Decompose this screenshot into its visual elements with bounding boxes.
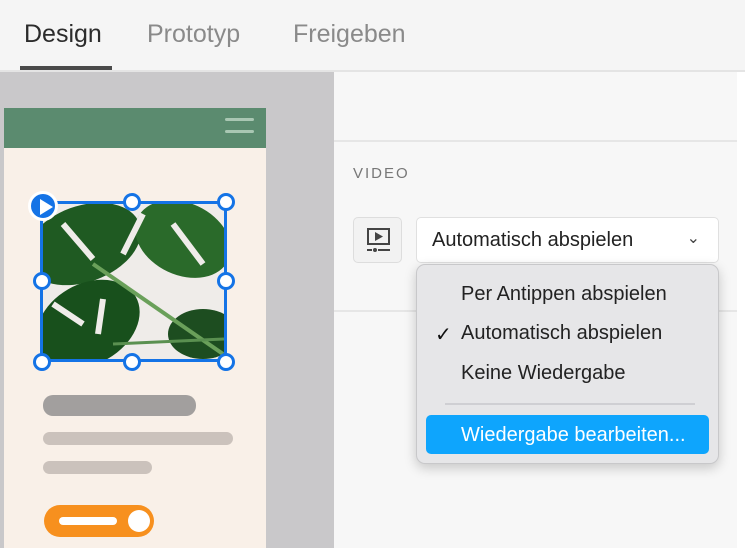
resize-handle-bottom[interactable] bbox=[123, 353, 141, 371]
resize-handle-bottom-right[interactable] bbox=[217, 353, 235, 371]
resize-handle-top-right[interactable] bbox=[217, 193, 235, 211]
menu-item-edit-playback[interactable]: Wiedergabe bearbeiten... bbox=[426, 415, 709, 454]
video-player-icon bbox=[367, 228, 390, 252]
video-element[interactable] bbox=[40, 201, 227, 362]
checkmark-icon: ✓ bbox=[435, 324, 452, 346]
menu-separator bbox=[445, 403, 695, 405]
chevron-down-icon: ⌄ bbox=[686, 230, 700, 247]
hamburger-menu-icon bbox=[225, 118, 254, 142]
placeholder-text-line bbox=[43, 432, 233, 445]
playback-dropdown-menu: Per Antippen abspielen ✓ Automatisch abs… bbox=[416, 264, 719, 464]
resize-handle-bottom-left[interactable] bbox=[33, 353, 51, 371]
resize-handle-left[interactable] bbox=[33, 272, 51, 290]
placeholder-button bbox=[44, 505, 154, 537]
select-value: Automatisch abspielen bbox=[432, 229, 634, 251]
placeholder-text-line bbox=[43, 461, 152, 474]
divider bbox=[334, 140, 737, 142]
resize-handle-top[interactable] bbox=[123, 193, 141, 211]
video-play-icon[interactable] bbox=[28, 191, 58, 221]
playback-mode-select[interactable]: Automatisch abspielen ⌄ bbox=[416, 217, 719, 263]
resize-handle-right[interactable] bbox=[217, 272, 235, 290]
section-label-video: VIDEO bbox=[353, 165, 410, 182]
video-settings-button[interactable] bbox=[353, 217, 402, 263]
placeholder-heading bbox=[43, 395, 196, 416]
artboard-header bbox=[4, 108, 266, 148]
monstera-leaf-image bbox=[43, 204, 224, 359]
tab-prototype[interactable]: Prototyp bbox=[147, 20, 240, 49]
tab-share[interactable]: Freigeben bbox=[293, 20, 406, 49]
menu-item-tap-to-play[interactable]: Per Antippen abspielen bbox=[461, 283, 667, 306]
menu-item-autoplay[interactable]: Automatisch abspielen bbox=[461, 322, 662, 345]
tab-design[interactable]: Design bbox=[24, 20, 102, 49]
menu-item-no-playback[interactable]: Keine Wiedergabe bbox=[461, 362, 626, 385]
tab-bar: Design Prototyp Freigeben bbox=[0, 0, 745, 72]
active-tab-indicator bbox=[20, 66, 112, 70]
